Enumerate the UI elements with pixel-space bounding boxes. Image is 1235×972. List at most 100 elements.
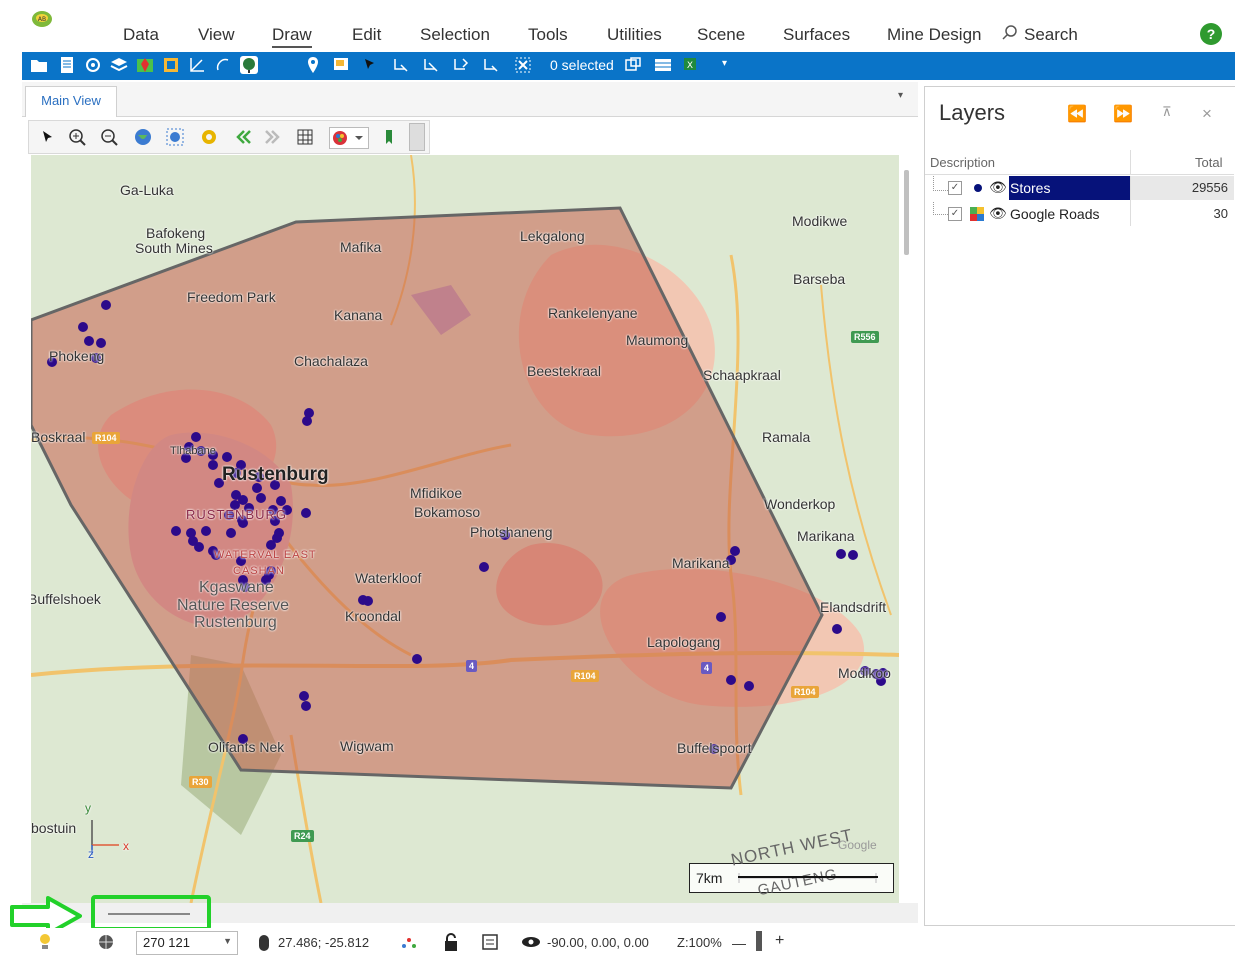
- app-logo-icon[interactable]: AB: [30, 8, 54, 30]
- search-label[interactable]: Search: [1024, 25, 1078, 45]
- place-label: RUSTENBURG: [186, 507, 288, 522]
- menu-view[interactable]: View: [198, 25, 235, 45]
- scale-bar-line: [738, 876, 878, 882]
- map-vertical-scrollbar[interactable]: [904, 170, 909, 255]
- export-excel-icon[interactable]: X: [682, 56, 700, 74]
- annotation-highlight-box: [91, 895, 211, 931]
- snap-points-icon[interactable]: [400, 934, 418, 952]
- scale-dropdown[interactable]: 270 121 ▼: [136, 931, 238, 955]
- expand-right-icon[interactable]: ⏩: [1113, 104, 1133, 124]
- previous-view-icon[interactable]: [233, 127, 253, 147]
- place-label: Ramala: [762, 429, 811, 445]
- map-canvas[interactable]: Ga-Luka Bafokeng South Mines Mafika Lekg…: [31, 155, 899, 903]
- layers-stack-icon[interactable]: [110, 56, 128, 74]
- select-segment-icon[interactable]: [422, 56, 440, 74]
- menu-mine-design[interactable]: Mine Design: [887, 25, 982, 45]
- map-pin-icon[interactable]: [136, 56, 154, 74]
- menu-edit[interactable]: Edit: [352, 25, 381, 45]
- pointer-icon[interactable]: [37, 127, 57, 147]
- toolbar-overflow-button[interactable]: [409, 123, 425, 151]
- view-eye-icon[interactable]: [521, 935, 541, 949]
- globe-settings-icon[interactable]: [97, 933, 115, 951]
- select-arrow-icon[interactable]: [362, 56, 380, 74]
- map-tiles-icon: [970, 207, 984, 221]
- place-label: Wonderkop: [764, 496, 836, 512]
- document-icon[interactable]: [58, 56, 76, 74]
- place-label: Marikana: [797, 528, 855, 544]
- select-region-icon[interactable]: [452, 56, 470, 74]
- layer-visibility-checkbox[interactable]: ✓: [948, 207, 962, 221]
- lock-icon[interactable]: [443, 933, 459, 953]
- road-badge: 4: [466, 660, 478, 672]
- frame-icon[interactable]: [162, 56, 180, 74]
- place-label: Freedom Park: [187, 289, 276, 305]
- collapse-left-icon[interactable]: ⏪: [1067, 104, 1087, 124]
- notes-icon[interactable]: [481, 933, 499, 951]
- place-label: Waterkloof: [355, 570, 422, 586]
- help-button[interactable]: ?: [1200, 23, 1222, 45]
- layer-row-stores[interactable]: ✓ 👁 Stores 29556: [925, 176, 1234, 200]
- location-pin-icon[interactable]: [304, 56, 322, 74]
- select-point-icon[interactable]: [482, 56, 500, 74]
- ribbon-toolbar: 0 selected X ▾: [22, 52, 1235, 80]
- column-header-description[interactable]: Description: [930, 155, 995, 170]
- layer-row-google-roads[interactable]: ✓ 👁 Google Roads 30: [925, 202, 1234, 226]
- zoom-slider-thumb[interactable]: [756, 931, 762, 951]
- point-symbol-icon: [974, 184, 982, 192]
- map-graphics: [31, 155, 899, 903]
- eye-icon[interactable]: 👁: [989, 205, 1007, 222]
- axis-y-label: y: [85, 801, 91, 815]
- place-label: Wigwam: [340, 738, 394, 754]
- clear-selection-icon[interactable]: [514, 56, 532, 74]
- tab-menu-chevron-icon[interactable]: ▾: [898, 90, 903, 101]
- map-toolbar: [28, 120, 430, 154]
- column-divider: [1130, 176, 1131, 226]
- menu-draw[interactable]: Draw: [272, 25, 312, 48]
- place-label: Kanana: [334, 307, 383, 323]
- table-icon[interactable]: [654, 56, 672, 74]
- zoom-out-button[interactable]: —: [732, 935, 746, 951]
- menu-scene[interactable]: Scene: [697, 25, 745, 45]
- select-polyline-icon[interactable]: [392, 56, 410, 74]
- note-icon[interactable]: [332, 56, 350, 74]
- zoom-level: Z:100%: [677, 935, 722, 950]
- menu-selection[interactable]: Selection: [420, 25, 490, 45]
- close-icon[interactable]: ×: [1202, 104, 1212, 124]
- pin-icon[interactable]: ⊼: [1162, 104, 1172, 120]
- menu-utilities[interactable]: Utilities: [607, 25, 662, 45]
- layer-visibility-checkbox[interactable]: ✓: [948, 181, 962, 195]
- grid-icon[interactable]: [295, 127, 315, 147]
- menu-surfaces[interactable]: Surfaces: [783, 25, 850, 45]
- zoom-out-icon[interactable]: [99, 127, 119, 147]
- place-label: Schaapkraal: [703, 367, 781, 383]
- tab-main-view[interactable]: Main View: [25, 86, 117, 117]
- road-badge: R104: [92, 432, 120, 444]
- menu-data[interactable]: Data: [123, 25, 159, 45]
- place-label: WATERVAL EAST: [214, 549, 317, 561]
- bookmark-flag-icon[interactable]: [379, 127, 399, 147]
- toolbar-overflow-icon[interactable]: ▾: [722, 58, 740, 76]
- globe-icon[interactable]: [133, 127, 153, 147]
- menu-tools[interactable]: Tools: [528, 25, 568, 45]
- palette-dropdown[interactable]: [329, 127, 369, 149]
- place-label: Kgaswane: [199, 579, 274, 596]
- map-settings-icon[interactable]: [84, 56, 102, 74]
- zoom-in-button[interactable]: +: [775, 932, 784, 950]
- place-label: Ga-Luka: [120, 182, 174, 198]
- lightbulb-icon[interactable]: [38, 932, 52, 952]
- next-view-icon[interactable]: [263, 127, 283, 147]
- lasso-icon[interactable]: [214, 56, 232, 74]
- place-label: Olifants Nek: [208, 739, 285, 755]
- open-folder-icon[interactable]: [30, 56, 48, 74]
- angle-measure-icon[interactable]: [188, 56, 206, 74]
- place-label: Chachalaza: [294, 353, 368, 369]
- search-icon[interactable]: [1002, 24, 1018, 42]
- selection-window-icon[interactable]: [624, 56, 642, 74]
- eye-icon[interactable]: 👁: [989, 179, 1007, 196]
- zoom-in-icon[interactable]: [67, 127, 87, 147]
- globe-pin-icon[interactable]: [240, 56, 258, 74]
- road-badge: R556: [851, 331, 879, 343]
- zoom-extents-icon[interactable]: [165, 127, 185, 147]
- settings-gear-icon[interactable]: [199, 127, 219, 147]
- column-header-total[interactable]: Total: [1195, 155, 1222, 170]
